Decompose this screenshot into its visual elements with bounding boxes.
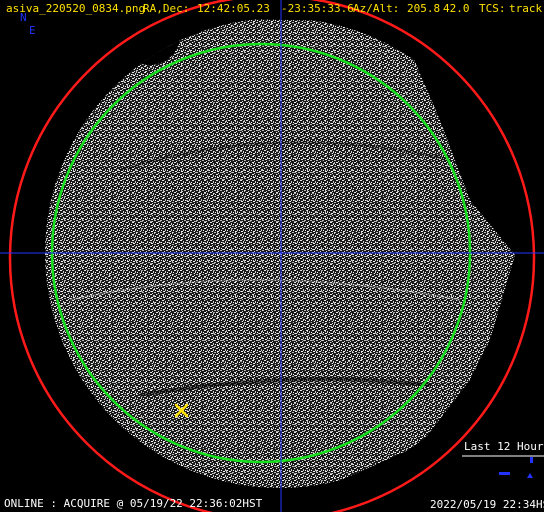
- compass-east: E: [29, 24, 36, 37]
- trail-tick-icon: [530, 457, 533, 463]
- image-filename: asiva_220520_0834.png: [6, 2, 146, 15]
- trail-dash-icon: [499, 472, 510, 475]
- status-line: ONLINE : ACQUIRE @ 05/19/22 22:36:02HST: [4, 497, 263, 510]
- radec-label: RA,Dec:: [143, 2, 190, 15]
- tcs-state: track: [509, 2, 543, 15]
- trail-arrow-icon: [527, 473, 533, 478]
- alt-value: 42.0: [443, 2, 470, 15]
- compass-north: N: [20, 11, 27, 24]
- timestamp: 2022/05/19 22:34HST: [430, 498, 544, 511]
- dec-value: -23:35:33.6: [281, 2, 354, 15]
- ra-value: 12:42:05.23: [197, 2, 270, 15]
- az-value: 205.8: [407, 2, 441, 15]
- edge-noise: [45, 110, 48, 112]
- all-sky-camera-view: [0, 0, 544, 512]
- tcs-label: TCS:: [479, 2, 506, 15]
- azalt-label: Az/Alt:: [353, 2, 400, 15]
- legend-range: Last 12 Hours: [464, 440, 544, 453]
